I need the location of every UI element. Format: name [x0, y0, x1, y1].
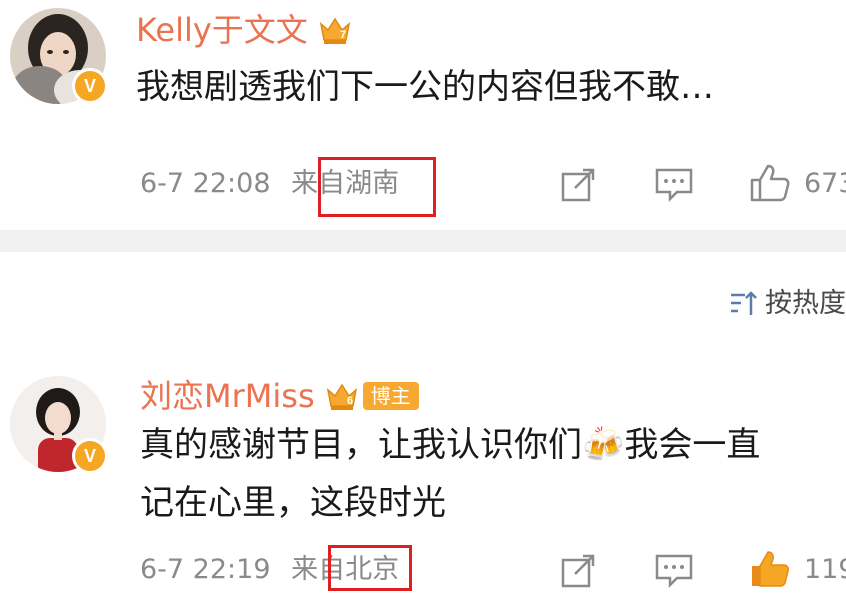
comment-text-line: 真的感谢节目，让我认识你们🍻我会一直: [140, 425, 761, 465]
comment-icon[interactable]: [655, 168, 693, 202]
crown-icon: 6: [326, 383, 357, 410]
comment-item: V 刘恋MrMiss 6 博主 真的感谢节目，让我认识你们🍻我会一直 记在心里，…: [0, 360, 846, 593]
blogger-tag: 博主: [362, 382, 419, 410]
comment-time: 6-7 22:08: [140, 168, 271, 199]
sort-icon: [731, 291, 757, 315]
section-divider: [0, 230, 846, 252]
location-highlight-box: [318, 157, 436, 217]
svg-text:7: 7: [340, 29, 346, 41]
thumbs-up-icon[interactable]: [750, 164, 790, 202]
comment-text-line: 我想剧透我们下一公的内容但我不敢…: [136, 67, 714, 107]
share-icon[interactable]: [561, 168, 597, 202]
comment-text: 真的感谢节目，让我认识你们🍻我会一直 记在心里，这段时光: [140, 416, 760, 532]
verified-badge: V: [72, 438, 108, 474]
share-icon[interactable]: [561, 554, 597, 588]
verified-badge: V: [72, 68, 108, 104]
comment-item: V Kelly于文文 7 我想剧透我们下一公的内容但我不敢… 6-7 22:08…: [0, 0, 846, 222]
comment-time: 6-7 22:19: [140, 554, 271, 585]
crown-icon: 7: [319, 17, 350, 44]
location-highlight-box: [328, 545, 412, 591]
sort-label[interactable]: 按热度: [765, 284, 846, 324]
comment-text: 我想剧透我们下一公的内容但我不敢…: [136, 58, 714, 116]
comment-icon[interactable]: [655, 554, 693, 588]
username[interactable]: Kelly于文文 7: [136, 10, 352, 50]
svg-text:6: 6: [347, 395, 353, 407]
username-text[interactable]: Kelly于文文: [136, 10, 308, 50]
like-count: 673: [804, 168, 846, 199]
comment-text-line: 记在心里，这段时光: [140, 483, 446, 523]
like-count: 119: [804, 554, 846, 585]
username-text[interactable]: 刘恋MrMiss: [140, 376, 315, 416]
sort-by-hot-button[interactable]: 按热度: [729, 284, 846, 324]
thumbs-up-icon-liked[interactable]: [750, 550, 790, 588]
username[interactable]: 刘恋MrMiss 6 博主: [140, 376, 419, 416]
